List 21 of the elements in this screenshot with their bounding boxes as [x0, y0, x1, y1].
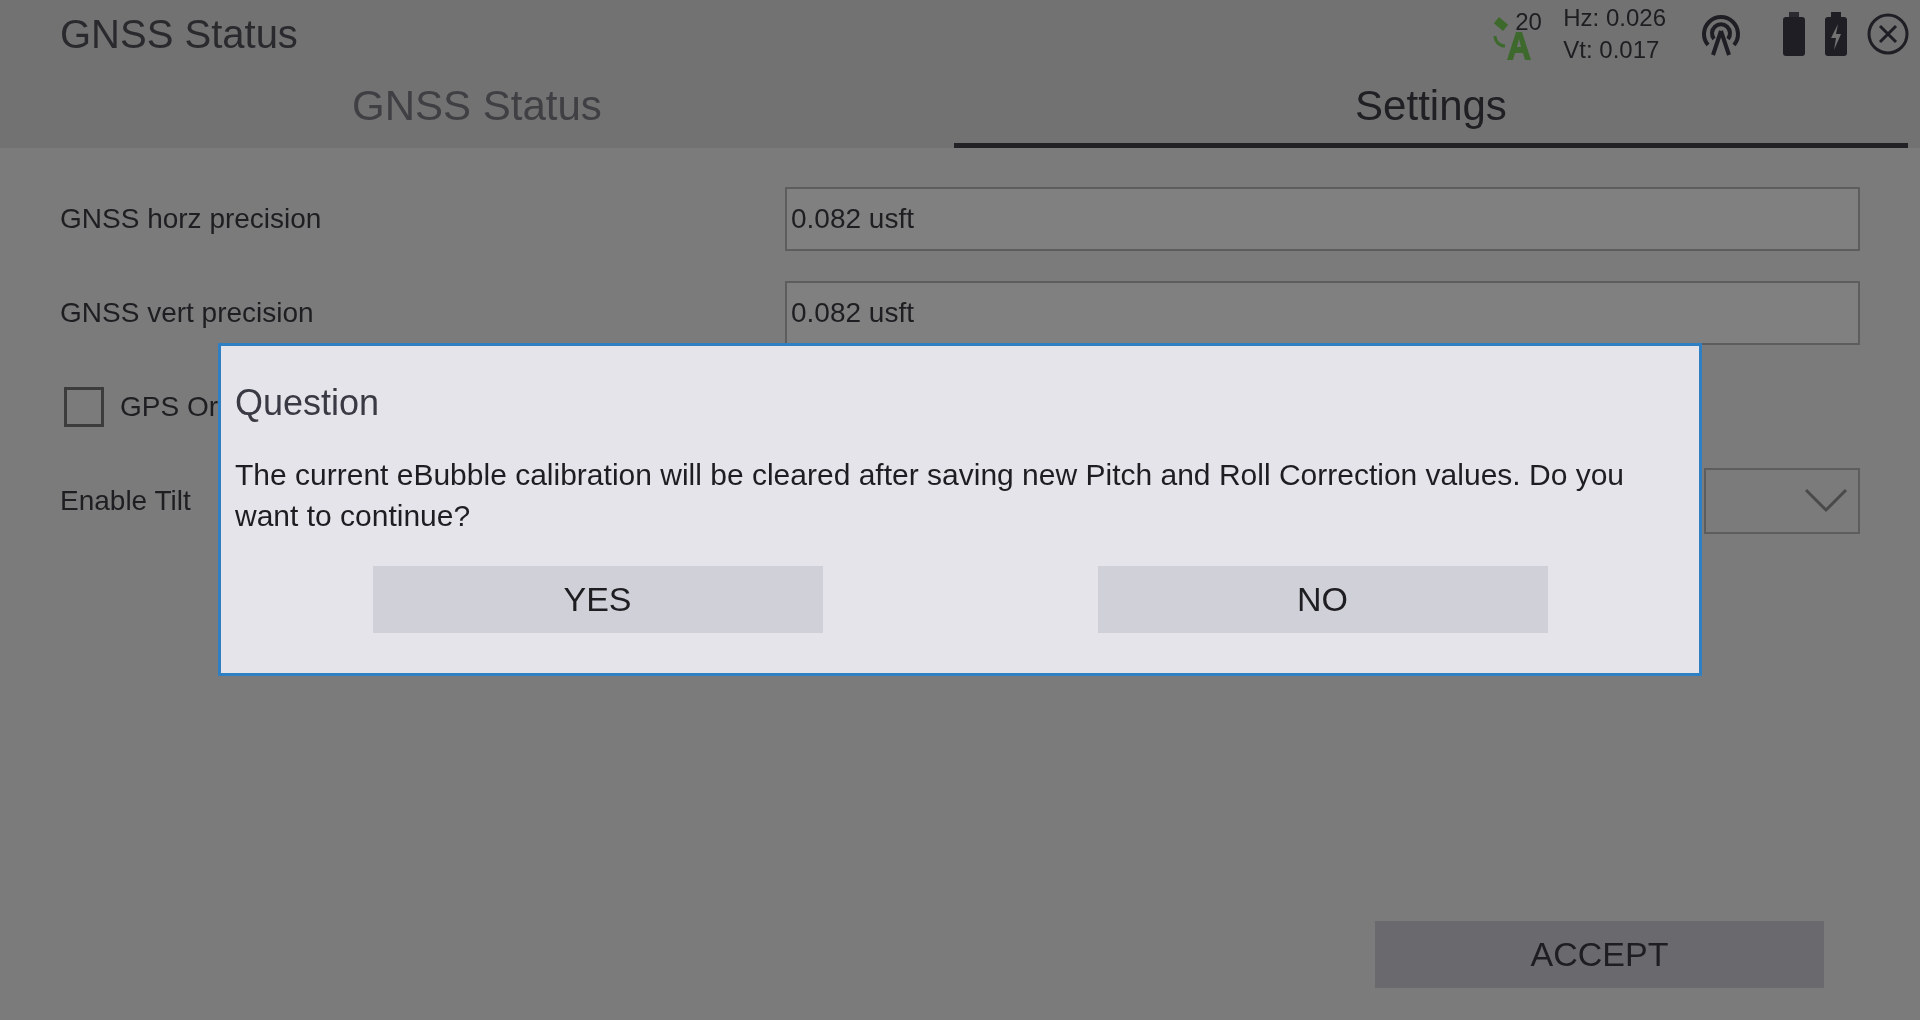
window-title: GNSS Status [60, 11, 299, 57]
horizontal-precision: Hz: 0.026 [1563, 3, 1666, 33]
field-label: Enable Tilt [60, 485, 191, 517]
dialog-title: Question [235, 382, 381, 424]
battery-charging-icon [1824, 12, 1848, 56]
field-label: GNSS vert precision [60, 297, 315, 329]
field-label: GNSS horz precision [60, 203, 323, 235]
dialog-button[interactable]: NO [1097, 566, 1548, 633]
vertical-precision: Vt: 0.017 [1563, 35, 1661, 65]
satellite-count: 20 [1515, 8, 1542, 36]
battery-icon [1782, 12, 1806, 56]
input-field[interactable]: 0.082 usft [785, 187, 1860, 251]
input-field[interactable]: 0.082 usft [785, 281, 1860, 345]
close-icon[interactable] [1866, 12, 1910, 56]
checkbox-label: GPS Or [120, 391, 218, 423]
chevron-down-icon [1804, 488, 1848, 514]
dialog-button[interactable]: YES [372, 566, 823, 633]
accept-button[interactable]: ACCEPT [1375, 921, 1824, 988]
dialog-message: The current eBubble calibration will be cleared after saving new Pitch and Roll Correction values. Do you want to continue? [235, 457, 1626, 534]
checkbox[interactable] [64, 387, 104, 427]
tab[interactable]: Settings [954, 68, 1908, 148]
